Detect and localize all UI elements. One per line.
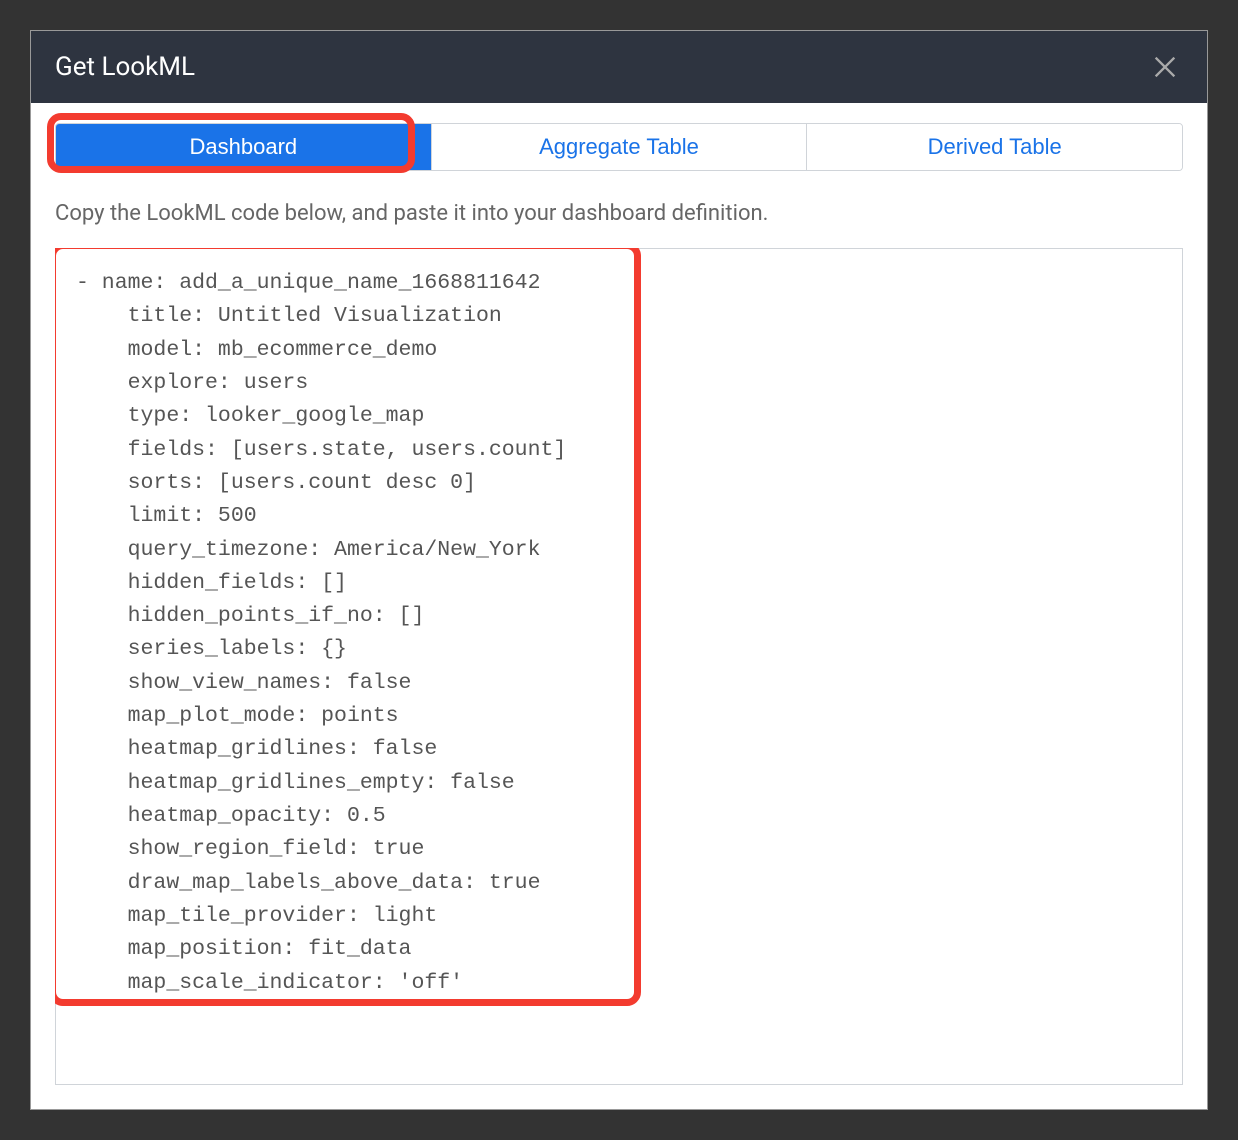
close-button[interactable] [1147,49,1183,85]
close-icon [1151,53,1179,81]
tab-dashboard[interactable]: Dashboard [56,124,432,170]
modal-title: Get LookML [55,52,195,82]
instruction-text: Copy the LookML code below, and paste it… [55,201,1183,226]
modal-body: Dashboard Aggregate Table Derived Table … [31,103,1207,1109]
modal-header: Get LookML [31,31,1207,103]
tab-aggregate-table[interactable]: Aggregate Table [432,124,808,170]
code-area-wrapper [55,248,1183,1085]
get-lookml-modal: Get LookML Dashboard Aggregate Table Der… [30,30,1208,1110]
tabs: Dashboard Aggregate Table Derived Table [55,123,1183,171]
lookml-code-textarea[interactable] [55,248,1183,1085]
tabs-container: Dashboard Aggregate Table Derived Table [55,123,1183,171]
tab-derived-table[interactable]: Derived Table [807,124,1182,170]
